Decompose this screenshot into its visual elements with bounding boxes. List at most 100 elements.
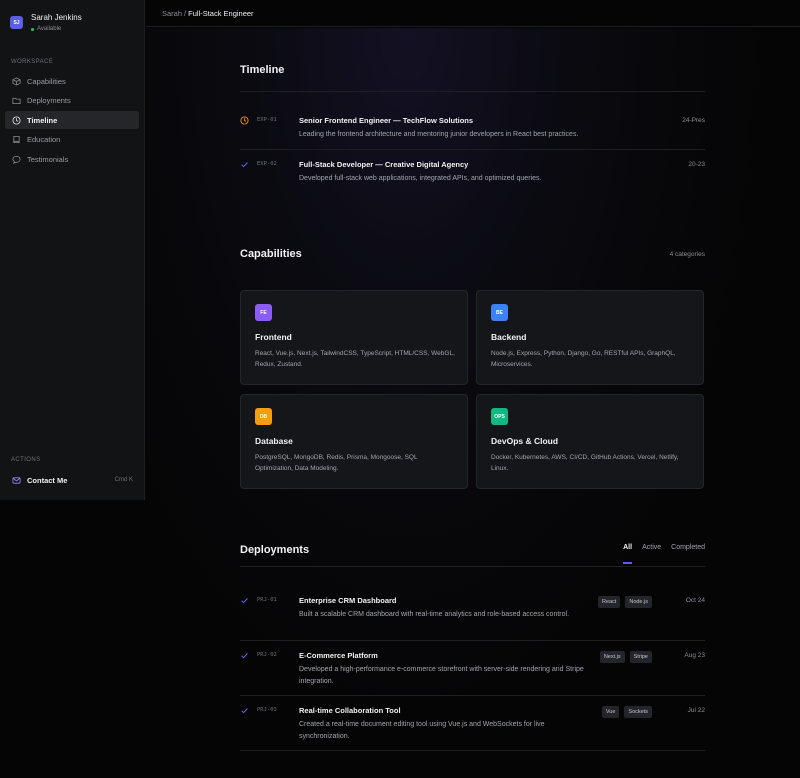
database-badge: DB [255, 408, 272, 425]
card-title: Frontend [255, 332, 292, 342]
project-tags: Next.js Stripe [599, 651, 652, 663]
deployments-title: Deployments [240, 544, 310, 556]
actions-label: ACTIONS [11, 457, 41, 463]
profile-status: Available [31, 24, 82, 34]
project-title: Enterprise CRM Dashboard [299, 596, 397, 605]
tag: Vue [601, 706, 620, 718]
sidebar-item-label: Capabilities [27, 76, 66, 86]
project-code: PRJ-03 [257, 707, 277, 713]
frontend-badge: FE [255, 304, 272, 321]
sidebar-item-label: Education [27, 135, 61, 144]
sidebar-item-label: Timeline [27, 115, 58, 125]
experience-period: 20-23 [688, 161, 705, 168]
sidebar-item-education[interactable]: Education [5, 131, 139, 149]
divider [240, 149, 705, 150]
check-icon [240, 160, 249, 169]
sidebar-nav: Capabilities Deployments Timeline Educat… [5, 72, 139, 170]
timeline-item[interactable]: EXP-01 Senior Frontend Engineer — TechFl… [240, 116, 705, 149]
deployment-tabs: All Active Completed [623, 544, 705, 564]
card-description: React, Vue.js, Next.js, TailwindCSS, Typ… [255, 350, 455, 368]
experience-description: Developed full-stack web applications, i… [299, 175, 542, 182]
deployment-row[interactable]: PRJ-03 Real-time Collaboration Tool Crea… [240, 706, 705, 750]
divider [240, 566, 705, 567]
project-date: Oct 24 [685, 597, 705, 604]
deployment-row[interactable]: PRJ-01 Enterprise CRM Dashboard Built a … [240, 596, 705, 640]
experience-code: EXP-02 [257, 161, 277, 167]
project-description: Built a scalable CRM dashboard with real… [299, 611, 570, 618]
card-description: Node.js, Express, Python, Django, Go, RE… [491, 350, 676, 368]
box-icon [11, 76, 21, 86]
check-icon [240, 706, 249, 715]
project-tags: React Node.js [597, 596, 652, 608]
profile[interactable]: SJ Sarah Jenkins Available [10, 12, 82, 34]
project-title: Real-time Collaboration Tool [299, 706, 401, 715]
project-code: PRJ-01 [257, 597, 277, 603]
check-icon [240, 596, 249, 605]
capability-card-frontend[interactable]: FE Frontend React, Vue.js, Next.js, Tail… [240, 290, 468, 385]
main-content: Timeline EXP-01 Senior Frontend Engineer… [240, 0, 705, 778]
tag: Node.js [625, 596, 652, 608]
tag: Next.js [599, 651, 625, 663]
workspace-label: WORKSPACE [11, 59, 54, 65]
project-code: PRJ-02 [257, 652, 277, 658]
chat-icon [11, 154, 21, 164]
sidebar-item-label: Deployments [27, 96, 71, 105]
sidebar-item-testimonials[interactable]: Testimonials [5, 150, 139, 168]
divider [240, 750, 705, 751]
folder-icon [11, 96, 21, 106]
project-tags: Vue Sockets [601, 706, 652, 718]
tag: React [597, 596, 621, 608]
sidebar: SJ Sarah Jenkins Available WORKSPACE Cap… [0, 0, 145, 500]
card-title: Backend [491, 332, 527, 342]
experience-title: Senior Frontend Engineer — TechFlow Solu… [299, 116, 474, 125]
tab-completed[interactable]: Completed [671, 544, 705, 551]
mail-icon [11, 475, 21, 485]
profile-name: Sarah Jenkins [31, 13, 82, 22]
divider [240, 640, 705, 641]
card-description: Docker, Kubernetes, AWS, CI/CD, GitHub A… [491, 454, 679, 472]
capability-card-devops[interactable]: OPS DevOps & Cloud Docker, Kubernetes, A… [476, 394, 704, 489]
timeline-item[interactable]: EXP-02 Full-Stack Developer — Creative D… [240, 160, 705, 190]
contact-me-label: Contact Me [27, 475, 68, 485]
tag: Stripe [629, 651, 652, 663]
tab-all[interactable]: All [623, 544, 632, 564]
check-icon [240, 651, 249, 660]
capability-card-database[interactable]: DB Database PostgreSQL, MongoDB, Redis, … [240, 394, 468, 489]
sidebar-item-deployments[interactable]: Deployments [5, 92, 139, 110]
divider [240, 91, 705, 92]
experience-description: Leading the frontend architecture and me… [299, 131, 579, 138]
experience-period: 24-Pres [682, 117, 705, 124]
devops-badge: OPS [491, 408, 508, 425]
clock-icon [11, 115, 21, 125]
backend-badge: BE [491, 304, 508, 321]
project-title: E-Commerce Platform [299, 651, 378, 660]
book-icon [11, 135, 21, 145]
sidebar-item-label: Testimonials [27, 154, 69, 164]
capabilities-title: Capabilities [240, 248, 302, 260]
breadcrumb-parent[interactable]: Sarah [162, 9, 182, 18]
experience-title: Full-Stack Developer — Creative Digital … [299, 160, 469, 169]
project-date: Aug 23 [684, 652, 705, 659]
clock-icon [240, 116, 249, 125]
capability-card-backend[interactable]: BE Backend Node.js, Express, Python, Dja… [476, 290, 704, 385]
sidebar-item-capabilities[interactable]: Capabilities [5, 72, 139, 90]
sidebar-item-timeline[interactable]: Timeline [5, 111, 139, 129]
deployment-row[interactable]: PRJ-02 E-Commerce Platform Developed a h… [240, 651, 705, 695]
breadcrumb-separator: / [184, 8, 187, 18]
divider [240, 695, 705, 696]
card-description: PostgreSQL, MongoDB, Redis, Prisma, Mong… [255, 454, 418, 472]
shortcut-hint: Cmd K [114, 477, 133, 483]
project-description: Developed a high-performance e-commerce … [299, 666, 584, 685]
capabilities-count: 4 categories [669, 251, 705, 258]
status-dot-icon [31, 27, 34, 31]
tag: Sockets [624, 706, 652, 718]
experience-code: EXP-01 [257, 117, 277, 123]
card-title: DevOps & Cloud [491, 436, 559, 446]
status-text: Available [37, 26, 62, 32]
project-date: Jul 22 [687, 707, 705, 714]
tab-active[interactable]: Active [642, 544, 661, 551]
contact-me-button[interactable]: Contact Me Cmd K [5, 472, 139, 488]
project-description: Created a real-time document editing too… [299, 721, 545, 740]
card-title: Database [255, 436, 293, 446]
timeline-title: Timeline [240, 64, 285, 76]
